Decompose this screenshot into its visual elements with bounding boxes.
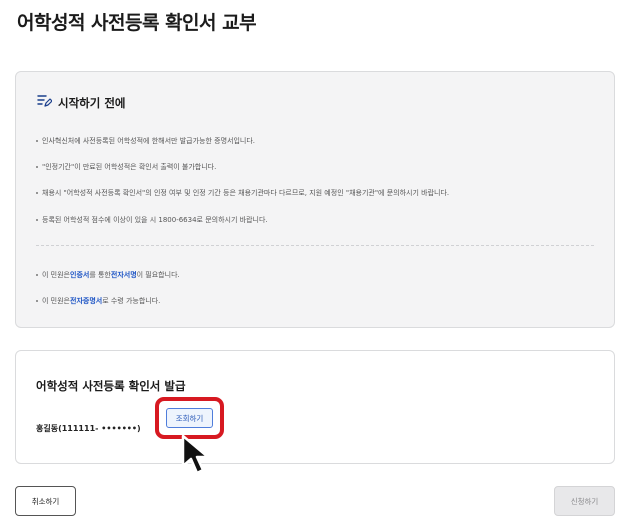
checklist-edit-icon bbox=[36, 93, 53, 113]
intro-title: 시작하기 전에 bbox=[58, 96, 126, 110]
note-text: 를 통한 bbox=[89, 271, 111, 279]
note-highlight: 인증서 bbox=[70, 271, 90, 279]
intro-panel: 시작하기 전에 인사혁신처에 사전등록된 어학성적에 한해서만 발급가능한 증명… bbox=[15, 71, 615, 328]
note-text: 이 민원은 bbox=[42, 297, 70, 305]
note-item-certificate: 이 민원은 인증서 를 통한 전자서명 이 필요합니다. bbox=[36, 270, 180, 280]
note-text: 로 수령 가능합니다. bbox=[102, 297, 161, 305]
cancel-button[interactable]: 취소하기 bbox=[15, 486, 76, 516]
divider bbox=[36, 245, 594, 246]
applicant-info: 홍길동(111111- •••••••) bbox=[36, 424, 141, 433]
note-highlight: 전자서명 bbox=[110, 271, 137, 279]
lookup-button[interactable]: 조회하기 bbox=[166, 408, 213, 428]
note-item: 등록된 어학성적 점수에 이상이 있을 시 1800-6634로 문의하시기 바… bbox=[36, 215, 268, 225]
note-text: 이 민원은 bbox=[42, 271, 70, 279]
note-item: 채용시 "어학성적 사전등록 확인서"의 인정 여부 및 인정 기간 등은 채용… bbox=[36, 188, 449, 198]
note-text: 이 필요합니다. bbox=[136, 271, 180, 279]
issue-panel: 어학성적 사전등록 확인서 발급 홍길동(111111- •••••••) 조회… bbox=[15, 350, 615, 464]
apply-button[interactable]: 신청하기 bbox=[554, 486, 615, 516]
issue-title: 어학성적 사전등록 확인서 발급 bbox=[36, 379, 186, 393]
intro-header: 시작하기 전에 bbox=[36, 93, 125, 113]
note-highlight: 전자증명서 bbox=[70, 297, 103, 305]
note-item: 인사혁신처에 사전등록된 어학성적에 한해서만 발급가능한 증명서입니다. bbox=[36, 136, 255, 146]
page-title: 어학성적 사전등록 확인서 교부 bbox=[17, 12, 257, 34]
mouse-cursor-icon bbox=[180, 433, 220, 483]
note-item-e-document: 이 민원은 전자증명서 로 수령 가능합니다. bbox=[36, 296, 160, 306]
note-item: "인정기간"이 만료된 어학성적은 확인서 출력이 불가합니다. bbox=[36, 162, 216, 172]
